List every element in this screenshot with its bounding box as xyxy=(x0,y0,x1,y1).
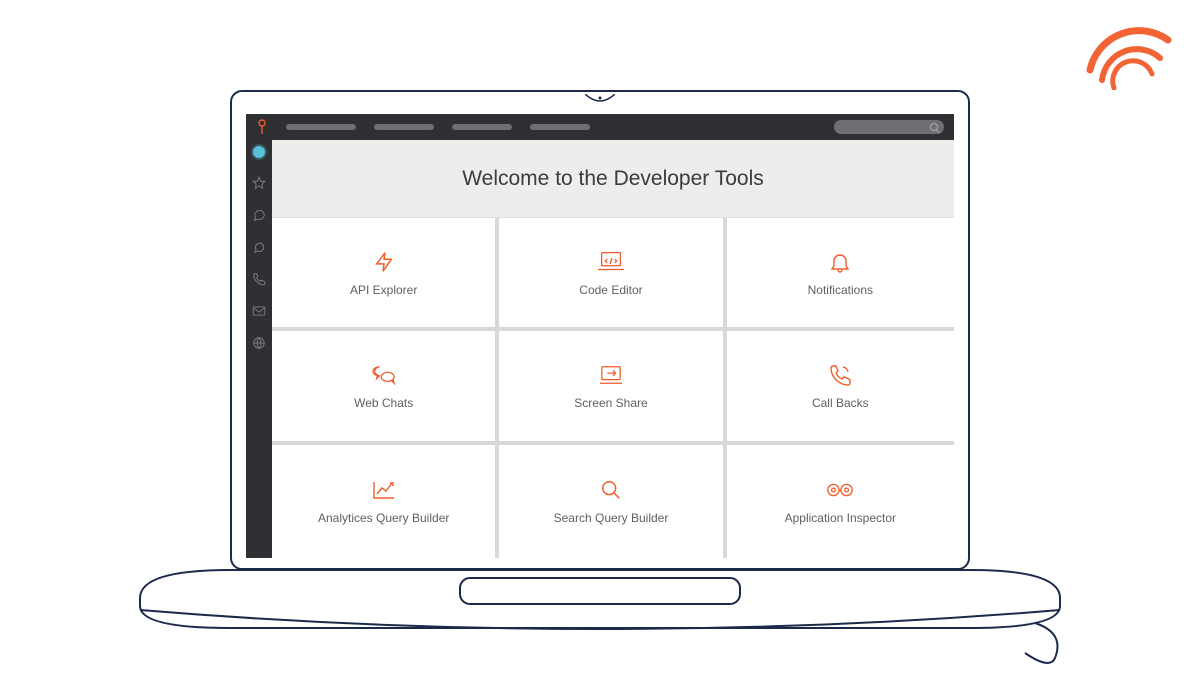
main-content: Welcome to the Developer Tools API Explo… xyxy=(272,140,954,558)
tile-search-query-builder[interactable]: Search Query Builder xyxy=(499,445,726,558)
nav-item-placeholder[interactable] xyxy=(530,124,590,130)
tile-label: Analytices Query Builder xyxy=(318,511,449,525)
logo-icon xyxy=(256,119,268,135)
tile-label: Screen Share xyxy=(574,396,647,410)
laptop-base xyxy=(130,568,1070,673)
tile-label: Application Inspector xyxy=(785,511,896,525)
tile-application-inspector[interactable]: Application Inspector xyxy=(727,445,954,558)
tile-label: Notifications xyxy=(808,283,873,297)
search-icon xyxy=(930,123,938,131)
tile-label: Code Editor xyxy=(579,283,642,297)
bell-icon xyxy=(828,249,852,275)
tile-label: Web Chats xyxy=(354,396,413,410)
screen-share-icon xyxy=(596,362,626,388)
nav-item-placeholder[interactable] xyxy=(374,124,434,130)
mail-icon[interactable] xyxy=(252,304,266,318)
welcome-banner: Welcome to the Developer Tools xyxy=(272,140,954,218)
tile-label: Search Query Builder xyxy=(554,511,669,525)
tile-analytics-query-builder[interactable]: Analytices Query Builder xyxy=(272,445,499,558)
search-icon xyxy=(600,477,622,503)
phone-icon[interactable] xyxy=(252,272,266,286)
laptop-lid: Welcome to the Developer Tools API Explo… xyxy=(230,90,970,570)
search-input[interactable] xyxy=(834,120,944,134)
chat-outline-icon[interactable] xyxy=(252,240,266,254)
laptop-illustration: Welcome to the Developer Tools API Explo… xyxy=(230,90,970,673)
tile-code-editor[interactable]: Code Editor xyxy=(499,218,726,331)
phone-call-icon xyxy=(828,362,852,388)
tile-label: API Explorer xyxy=(350,283,417,297)
chat-bubble-icon[interactable] xyxy=(252,208,266,222)
code-laptop-icon xyxy=(596,249,626,275)
sidebar xyxy=(246,140,272,558)
laptop-camera xyxy=(585,91,615,101)
globe-icon[interactable] xyxy=(252,336,266,350)
wifi-decoration xyxy=(1060,10,1180,95)
tile-api-explorer[interactable]: API Explorer xyxy=(272,218,499,331)
tile-call-backs[interactable]: Call Backs xyxy=(727,331,954,444)
chart-icon xyxy=(371,477,397,503)
tool-grid: API Explorer Code Editor xyxy=(272,218,954,558)
circle-active-icon[interactable] xyxy=(253,146,265,158)
nav-item-placeholder[interactable] xyxy=(286,124,356,130)
bolt-icon xyxy=(373,249,395,275)
tile-notifications[interactable]: Notifications xyxy=(727,218,954,331)
tile-label: Call Backs xyxy=(812,396,869,410)
binoculars-icon xyxy=(825,477,855,503)
chat-pair-icon xyxy=(369,362,399,388)
tile-web-chats[interactable]: Web Chats xyxy=(272,331,499,444)
topbar xyxy=(246,114,954,140)
app-screen: Welcome to the Developer Tools API Explo… xyxy=(246,114,954,558)
star-icon[interactable] xyxy=(252,176,266,190)
nav-item-placeholder[interactable] xyxy=(452,124,512,130)
tile-screen-share[interactable]: Screen Share xyxy=(499,331,726,444)
page-title: Welcome to the Developer Tools xyxy=(462,167,764,191)
